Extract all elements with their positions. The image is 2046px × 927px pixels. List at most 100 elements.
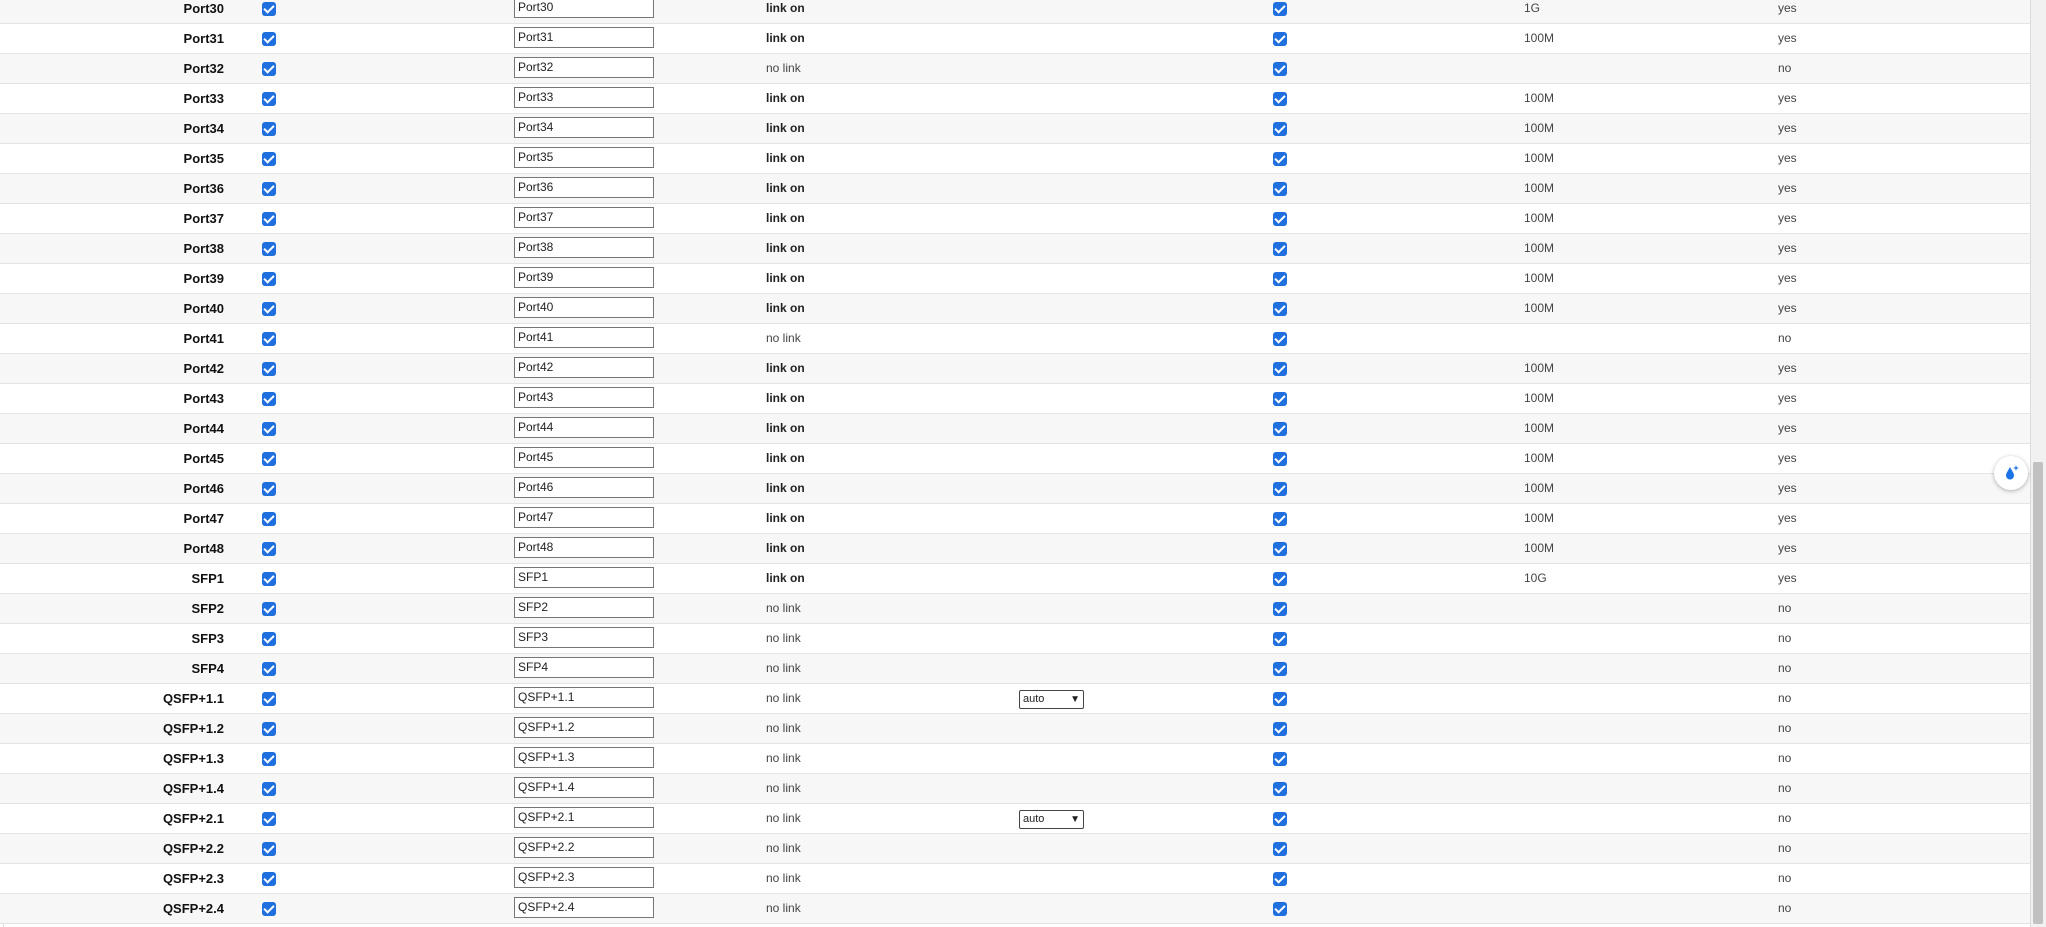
- enabled-checkbox[interactable]: [262, 62, 276, 76]
- port-label-input[interactable]: [514, 747, 654, 768]
- port-label-input[interactable]: [514, 537, 654, 558]
- table-row: Port30 link on 1G yes: [0, 0, 2030, 24]
- port-option-checkbox[interactable]: [1273, 602, 1287, 616]
- port-label-input[interactable]: [514, 87, 654, 108]
- port-option-checkbox[interactable]: [1273, 692, 1287, 706]
- enabled-checkbox[interactable]: [262, 782, 276, 796]
- enabled-checkbox[interactable]: [262, 182, 276, 196]
- port-option-checkbox[interactable]: [1273, 842, 1287, 856]
- port-option-checkbox[interactable]: [1273, 572, 1287, 586]
- enabled-checkbox[interactable]: [262, 662, 276, 676]
- port-label-input[interactable]: [514, 687, 654, 708]
- port-option-checkbox[interactable]: [1273, 482, 1287, 496]
- enabled-checkbox[interactable]: [262, 392, 276, 406]
- enabled-checkbox[interactable]: [262, 452, 276, 466]
- port-label-input[interactable]: [514, 657, 654, 678]
- enabled-checkbox[interactable]: [262, 752, 276, 766]
- enabled-checkbox[interactable]: [262, 32, 276, 46]
- mode-select[interactable]: auto ▼: [1019, 810, 1084, 829]
- port-label-input[interactable]: [514, 207, 654, 228]
- port-label-input[interactable]: [514, 27, 654, 48]
- port-option-checkbox[interactable]: [1273, 242, 1287, 256]
- port-option-checkbox[interactable]: [1273, 272, 1287, 286]
- port-label-input[interactable]: [514, 417, 654, 438]
- port-label-input[interactable]: [514, 807, 654, 828]
- port-label-input[interactable]: [514, 327, 654, 348]
- port-option-checkbox[interactable]: [1273, 2, 1287, 16]
- port-option-checkbox[interactable]: [1273, 512, 1287, 526]
- port-label-input[interactable]: [514, 507, 654, 528]
- port-option-checkbox[interactable]: [1273, 122, 1287, 136]
- port-option-checkbox[interactable]: [1273, 302, 1287, 316]
- port-label-input[interactable]: [514, 447, 654, 468]
- port-label-input[interactable]: [514, 477, 654, 498]
- port-option-checkbox[interactable]: [1273, 872, 1287, 886]
- enabled-checkbox[interactable]: [262, 152, 276, 166]
- enabled-checkbox[interactable]: [262, 272, 276, 286]
- enabled-checkbox[interactable]: [262, 122, 276, 136]
- port-option-checkbox[interactable]: [1273, 632, 1287, 646]
- port-option-checkbox[interactable]: [1273, 782, 1287, 796]
- port-label-input[interactable]: [514, 627, 654, 648]
- port-label-input[interactable]: [514, 117, 654, 138]
- enabled-checkbox[interactable]: [262, 512, 276, 526]
- port-label-input[interactable]: [514, 177, 654, 198]
- port-label-input[interactable]: [514, 237, 654, 258]
- port-option-checkbox[interactable]: [1273, 452, 1287, 466]
- port-option-checkbox[interactable]: [1273, 902, 1287, 916]
- port-option-checkbox[interactable]: [1273, 332, 1287, 346]
- port-label-input[interactable]: [514, 777, 654, 798]
- port-label-input[interactable]: [514, 0, 654, 18]
- enabled-checkbox[interactable]: [262, 212, 276, 226]
- enabled-checkbox[interactable]: [262, 722, 276, 736]
- port-option-checkbox[interactable]: [1273, 362, 1287, 376]
- enabled-checkbox[interactable]: [262, 842, 276, 856]
- link-up-flag: yes: [1778, 301, 1797, 315]
- port-option-checkbox[interactable]: [1273, 422, 1287, 436]
- port-label-input[interactable]: [514, 357, 654, 378]
- port-option-checkbox[interactable]: [1273, 62, 1287, 76]
- enabled-checkbox[interactable]: [262, 92, 276, 106]
- enabled-checkbox[interactable]: [262, 812, 276, 826]
- enabled-checkbox[interactable]: [262, 572, 276, 586]
- enabled-checkbox[interactable]: [262, 242, 276, 256]
- enabled-checkbox[interactable]: [262, 362, 276, 376]
- port-option-checkbox[interactable]: [1273, 542, 1287, 556]
- floating-assistant-button[interactable]: [1994, 456, 2028, 490]
- port-label-input[interactable]: [514, 297, 654, 318]
- port-option-checkbox[interactable]: [1273, 812, 1287, 826]
- enabled-checkbox[interactable]: [262, 542, 276, 556]
- enabled-checkbox[interactable]: [262, 692, 276, 706]
- enabled-checkbox[interactable]: [262, 422, 276, 436]
- link-status: no link: [766, 901, 801, 915]
- enabled-checkbox[interactable]: [262, 602, 276, 616]
- mode-select[interactable]: auto ▼: [1019, 690, 1084, 709]
- port-option-checkbox[interactable]: [1273, 722, 1287, 736]
- port-option-checkbox[interactable]: [1273, 152, 1287, 166]
- port-label-input[interactable]: [514, 597, 654, 618]
- enabled-checkbox[interactable]: [262, 2, 276, 16]
- port-option-checkbox[interactable]: [1273, 212, 1287, 226]
- port-option-checkbox[interactable]: [1273, 32, 1287, 46]
- port-label-input[interactable]: [514, 267, 654, 288]
- port-option-checkbox[interactable]: [1273, 92, 1287, 106]
- enabled-checkbox[interactable]: [262, 482, 276, 496]
- enabled-checkbox[interactable]: [262, 332, 276, 346]
- port-option-checkbox[interactable]: [1273, 752, 1287, 766]
- port-label-input[interactable]: [514, 567, 654, 588]
- port-label-input[interactable]: [514, 897, 654, 918]
- port-label-input[interactable]: [514, 147, 654, 168]
- enabled-checkbox[interactable]: [262, 902, 276, 916]
- enabled-checkbox[interactable]: [262, 302, 276, 316]
- port-option-checkbox[interactable]: [1273, 392, 1287, 406]
- enabled-checkbox[interactable]: [262, 632, 276, 646]
- port-label-input[interactable]: [514, 57, 654, 78]
- scrollbar-thumb[interactable]: [2033, 462, 2043, 924]
- port-label-input[interactable]: [514, 387, 654, 408]
- port-label-input[interactable]: [514, 867, 654, 888]
- enabled-checkbox[interactable]: [262, 872, 276, 886]
- port-label-input[interactable]: [514, 717, 654, 738]
- port-option-checkbox[interactable]: [1273, 182, 1287, 196]
- port-option-checkbox[interactable]: [1273, 662, 1287, 676]
- port-label-input[interactable]: [514, 837, 654, 858]
